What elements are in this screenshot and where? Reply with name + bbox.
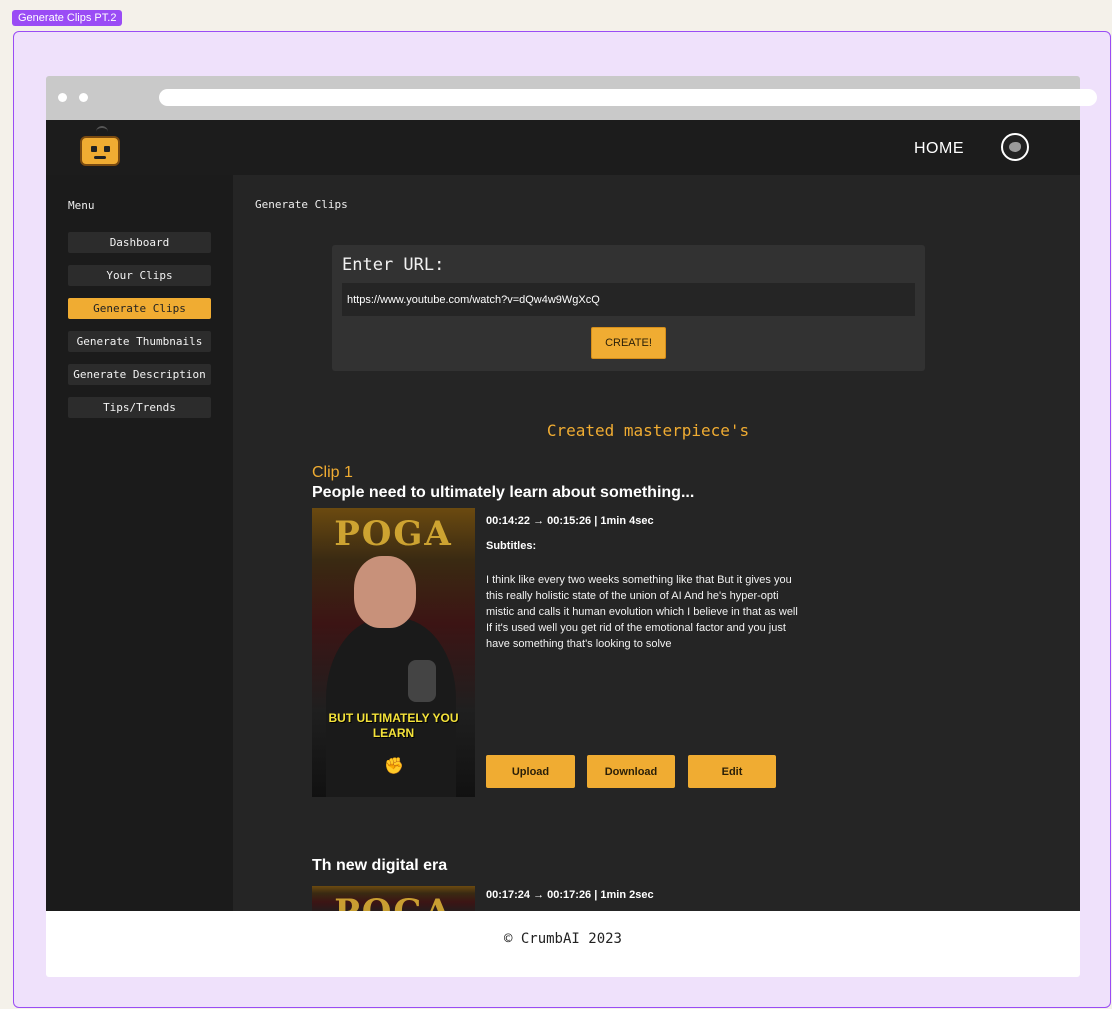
top-navbar: HOME <box>46 120 1080 175</box>
clip-title: Th new digital era <box>312 857 448 874</box>
microphone-icon <box>408 660 436 702</box>
clip-thumbnail[interactable]: POGA <box>312 886 475 911</box>
create-button[interactable]: CREATE! <box>591 327 666 359</box>
user-avatar[interactable] <box>1001 133 1029 161</box>
sidebar-item-generate-description[interactable]: Generate Description <box>68 364 211 385</box>
robot-logo-icon[interactable] <box>80 136 120 166</box>
url-form-card: Enter URL: CREATE! <box>332 245 925 371</box>
subtitles-text: I think like every two weeks something l… <box>486 574 798 650</box>
sidebar-item-your-clips[interactable]: Your Clips <box>68 265 211 286</box>
url-label: Enter URL: <box>342 255 445 275</box>
edit-button[interactable]: Edit <box>688 755 776 788</box>
results-heading: Created masterpiece's <box>546 421 750 440</box>
sidebar-item-dashboard[interactable]: Dashboard <box>68 232 211 253</box>
thumbnail-person-head <box>354 556 416 628</box>
thumbnail-caption: BUT ULTIMATELY YOU LEARN <box>328 711 459 740</box>
clip-timing: 00:14:22 → 00:15:26 | 1min 4sec <box>486 515 654 527</box>
footer: © CrumbAI 2023 <box>46 911 1080 977</box>
footer-copyright: © CrumbAI 2023 <box>503 931 622 947</box>
sidebar-item-generate-clips[interactable]: Generate Clips <box>68 298 211 319</box>
url-input[interactable] <box>342 283 915 316</box>
sidebar: Menu Dashboard Your Clips Generate Clips… <box>46 175 233 911</box>
logo-mouth <box>94 156 106 159</box>
sidebar-item-tips-trends[interactable]: Tips/Trends <box>68 397 211 418</box>
page-title: Generate Clips <box>255 198 348 211</box>
clip-thumbnail[interactable]: POGA BUT ULTIMATELY YOU LEARN ✊ <box>312 508 475 797</box>
logo-eye <box>104 146 110 152</box>
frame-tag: Generate Clips PT.2 <box>12 10 123 26</box>
clip-timing: 00:17:24 → 00:17:26 | 1min 2sec <box>486 889 654 901</box>
clip-title: People need to ultimately learn about so… <box>312 484 695 501</box>
download-button[interactable]: Download <box>587 755 675 788</box>
thumbnail-sign: POGA <box>334 514 453 554</box>
subtitles-label: Subtitles: <box>486 540 537 552</box>
window-dot[interactable] <box>58 93 67 102</box>
logo-eye <box>91 146 97 152</box>
app-window: HOME Menu Dashboard Your Clips Generate … <box>46 120 1080 911</box>
sidebar-title: Menu <box>68 199 95 212</box>
window-dot[interactable] <box>79 93 88 102</box>
browser-chrome <box>46 76 1097 120</box>
home-link[interactable]: HOME <box>914 140 964 158</box>
thumbnail-sign: POGA <box>312 892 475 911</box>
fist-icon: ✊ <box>384 758 404 775</box>
clip-number: Clip 1 <box>312 464 353 481</box>
browser-address-bar[interactable] <box>159 89 1097 106</box>
upload-button[interactable]: Upload <box>486 755 575 788</box>
sidebar-item-generate-thumbnails[interactable]: Generate Thumbnails <box>68 331 211 352</box>
